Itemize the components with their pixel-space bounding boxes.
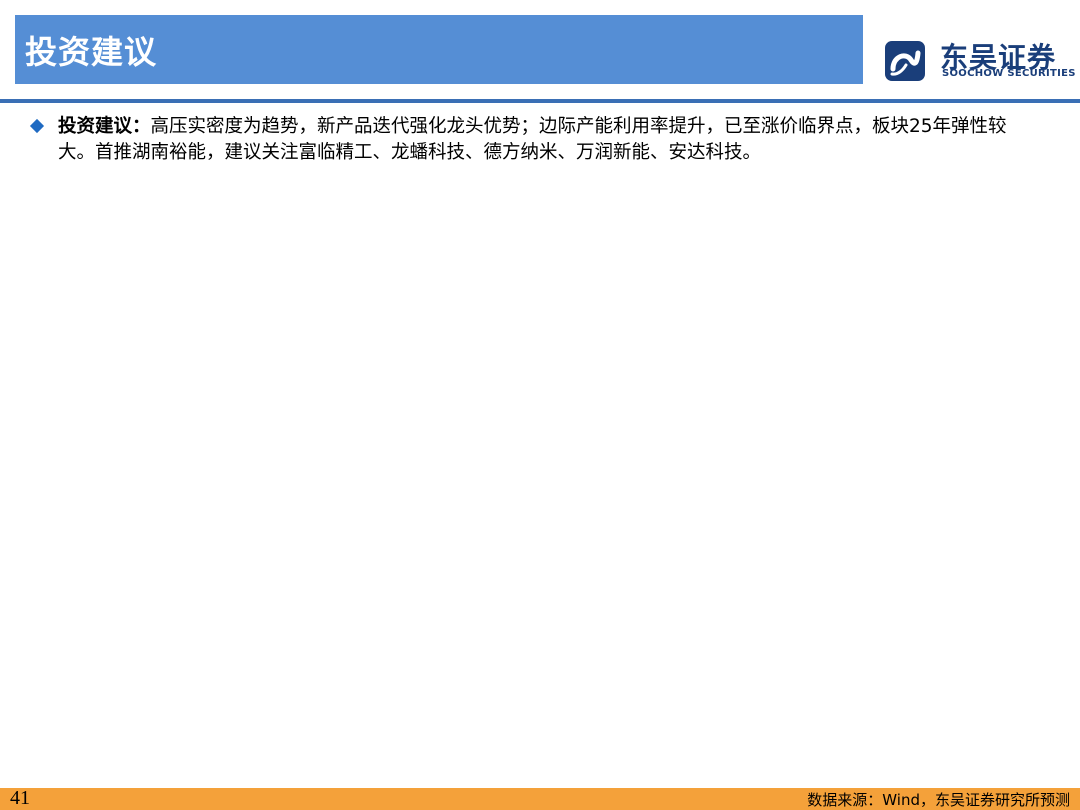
page-title: 投资建议 [25,32,158,71]
bullet-text: 投资建议：高压实密度为趋势，新产品迭代强化龙头优势；边际产能利用率提升，已至涨价… [58,114,1040,166]
page-number: 41 [10,787,30,809]
title-bar: 投资建议 [15,15,863,84]
company-logo: 东吴证券 SOOCHOW SECURITIES [884,38,1076,86]
diamond-bullet-icon [29,118,45,134]
investment-advice-bullet: 投资建议：高压实密度为趋势，新产品迭代强化龙头优势；边际产能利用率提升，已至涨价… [29,114,1040,166]
bullet-content: 高压实密度为趋势，新产品迭代强化龙头优势；边际产能利用率提升，已至涨价临界点，板… [58,116,1007,163]
header-divider [0,99,1080,103]
source-note: 数据来源：Wind，东吴证券研究所预测 [807,791,1070,809]
logo-english-name: SOOCHOW SECURITIES [942,68,1076,79]
bullet-label: 投资建议： [58,116,151,137]
soochow-logo-icon [885,41,925,81]
